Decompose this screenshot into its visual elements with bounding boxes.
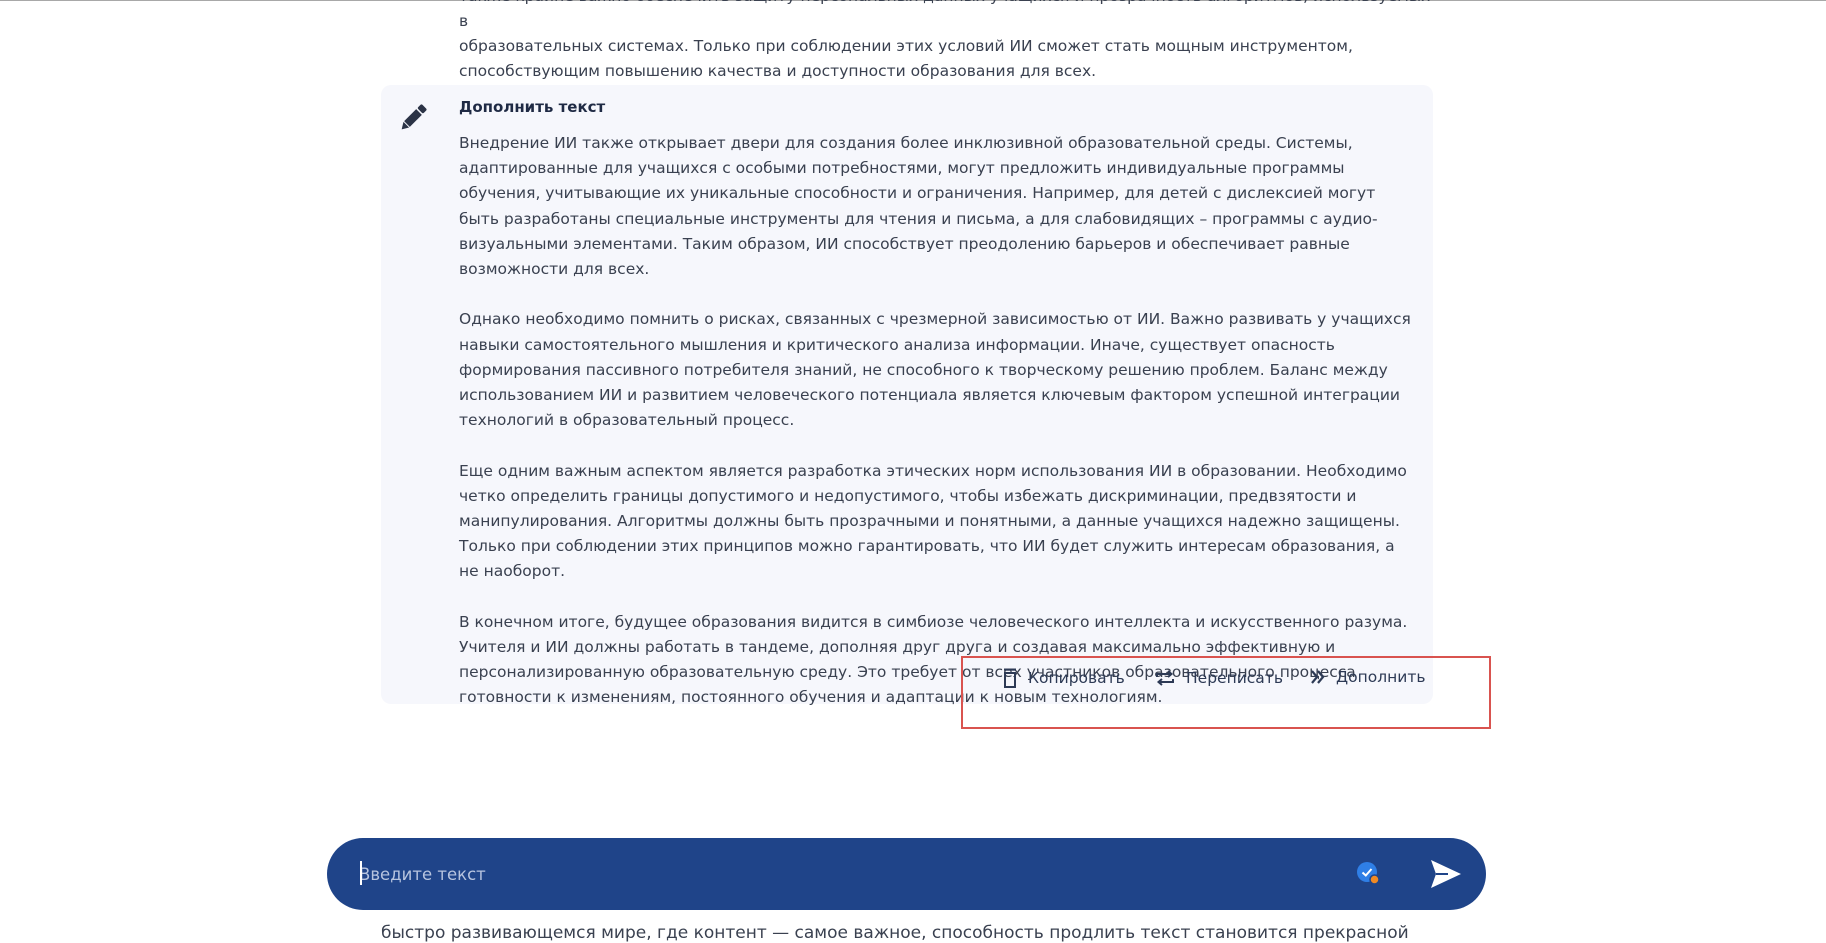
card-title: Дополнить текст [459,98,606,116]
next-message-text: быстро развивающемся мире, где контент —… [381,923,1409,943]
chat-page: также крайне важно обеспечить защиту пер… [0,0,1826,943]
previous-message-line-2: образовательных системах. Только при соб… [459,37,1353,55]
message-input-bar [327,838,1486,910]
actions-highlight-frame [961,656,1491,729]
pencil-icon [401,104,427,130]
send-icon[interactable] [1428,856,1464,892]
check-badge-icon[interactable] [1356,861,1380,885]
text-caret [360,861,362,885]
previous-message-line-3: способствующим повышению качества и дост… [459,62,1097,80]
card-paragraph: Внедрение ИИ также открывает двери для с… [459,134,1378,279]
card-paragraph: Однако необходимо помнить о рисках, связ… [459,310,1411,430]
previous-message-text: также крайне важно обеспечить защиту пер… [459,0,1439,84]
card-paragraph: Еще одним важным аспектом является разра… [459,461,1407,581]
message-input[interactable] [359,860,1339,888]
card-body: Внедрение ИИ также открывает двери для с… [459,131,1419,711]
previous-message-line-1: также крайне важно обеспечить защиту пер… [459,0,1430,30]
